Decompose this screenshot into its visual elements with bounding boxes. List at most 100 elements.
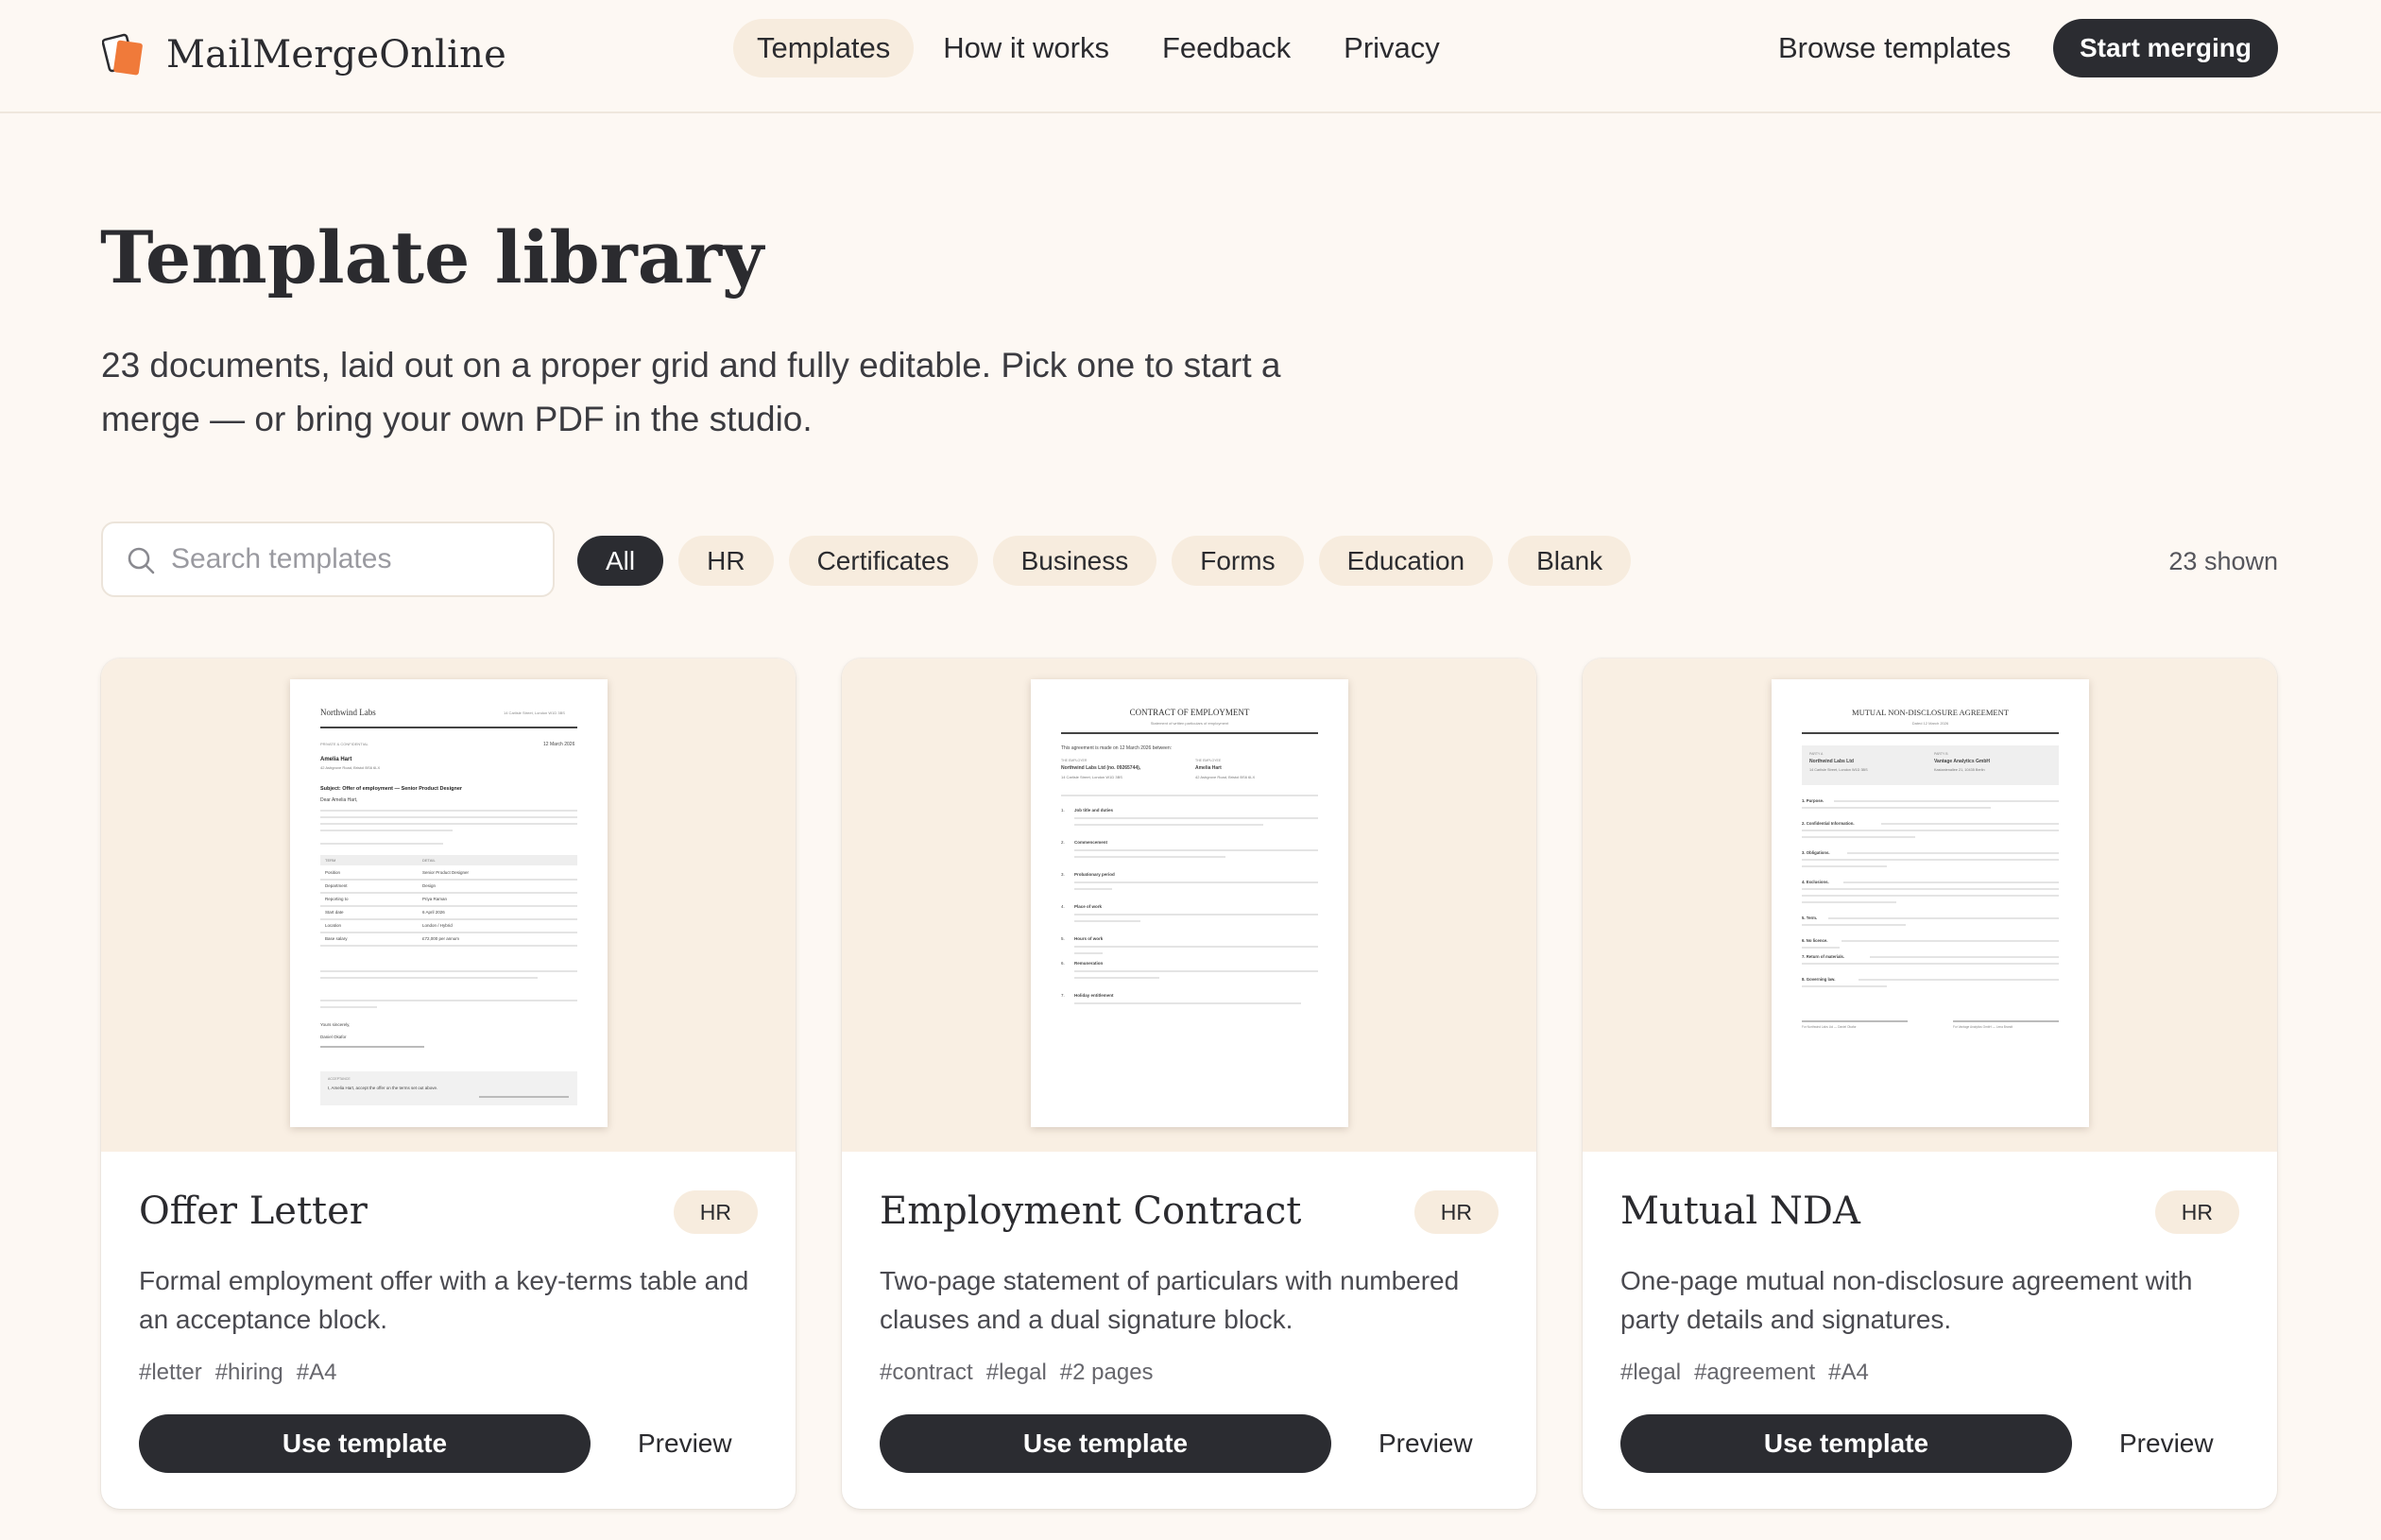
doc-recipient: Amelia Hart xyxy=(320,757,352,762)
doc-clause-number: 5. xyxy=(1061,936,1065,941)
browse-templates-link[interactable]: Browse templates xyxy=(1778,19,2011,77)
doc-text-line xyxy=(1802,807,1991,809)
doc-text-line xyxy=(1802,830,2059,831)
doc-clause-title: 1. Purpose. xyxy=(1802,798,1824,803)
doc-text-line xyxy=(1074,824,1263,826)
doc-clause-title: 2. Confidential Information. xyxy=(1802,821,1855,826)
doc-party-label: THE EMPLOYEE xyxy=(1195,759,1222,762)
doc-table-cell: Location xyxy=(325,923,342,928)
preview-link[interactable]: Preview xyxy=(638,1414,732,1473)
use-template-button[interactable]: Use template xyxy=(1620,1414,2072,1473)
chip-hr[interactable]: HR xyxy=(678,536,774,586)
nav-templates[interactable]: Templates xyxy=(733,19,915,77)
search-icon xyxy=(126,545,158,577)
doc-subject: Subject: Offer of employment — Senior Pr… xyxy=(320,786,463,792)
doc-table-cell: Base salary xyxy=(325,936,348,941)
doc-clause-title: Job title and duties xyxy=(1074,808,1114,813)
doc-text-line xyxy=(1802,901,1896,903)
doc-text-line xyxy=(320,1000,577,1001)
document-thumbnail: Northwind Labs 14 Carlisle Street, Londo… xyxy=(290,679,608,1127)
doc-text-line xyxy=(1802,895,2059,897)
doc-acceptance-label: ACCEPTANCE xyxy=(328,1077,351,1081)
doc-text-line xyxy=(320,843,443,845)
doc-date: 12 March 2026 xyxy=(543,742,575,747)
category-badge: HR xyxy=(673,1190,758,1234)
doc-text-line xyxy=(1074,1002,1301,1004)
doc-text-line xyxy=(1074,914,1318,915)
doc-rule xyxy=(1061,732,1318,734)
document-thumbnail: CONTRACT OF EMPLOYMENT Statement of writ… xyxy=(1031,679,1348,1127)
tag: #legal xyxy=(985,1360,1047,1385)
doc-parties-box xyxy=(1802,745,2059,785)
doc-table-header xyxy=(320,855,577,865)
doc-text-line xyxy=(1847,852,2059,854)
doc-signature-caption: For Northwind Labs Ltd — Daniel Okafor xyxy=(1802,1025,1857,1029)
tag: #A4 xyxy=(296,1360,337,1385)
chip-all[interactable]: All xyxy=(577,536,664,586)
chip-certificates[interactable]: Certificates xyxy=(788,536,978,586)
page-title: Template library xyxy=(100,215,764,299)
doc-clause-title: 7. Return of materials. xyxy=(1802,954,1845,959)
doc-text-line xyxy=(1074,946,1318,948)
card-preview[interactable]: Northwind Labs 14 Carlisle Street, Londo… xyxy=(101,659,796,1152)
doc-text-line xyxy=(1802,888,2059,890)
doc-clause-title: 5. Term. xyxy=(1802,915,1818,920)
doc-text-line xyxy=(1802,924,1906,926)
nav-privacy[interactable]: Privacy xyxy=(1320,19,1464,77)
chip-forms[interactable]: Forms xyxy=(1172,536,1304,586)
doc-clause-number: 3. xyxy=(1061,872,1065,877)
results-count: 23 shown xyxy=(2168,547,2278,575)
card-preview[interactable]: MUTUAL NON-DISCLOSURE AGREEMENT Dated 12… xyxy=(1583,659,2277,1152)
preview-link[interactable]: Preview xyxy=(2119,1414,2214,1473)
template-card-mutual-nda: MUTUAL NON-DISCLOSURE AGREEMENT Dated 12… xyxy=(1583,659,2277,1509)
card-title: Mutual NDA xyxy=(1620,1189,1860,1233)
brand[interactable]: MailMergeOnline xyxy=(102,25,506,85)
doc-text-line xyxy=(1870,956,2059,958)
doc-text-line xyxy=(1802,865,1887,867)
doc-signature-line xyxy=(320,1046,424,1048)
doc-clause-title: 4. Exclusions. xyxy=(1802,880,1829,884)
start-merging-button[interactable]: Start merging xyxy=(2053,19,2278,77)
nav-feedback[interactable]: Feedback xyxy=(1139,19,1314,77)
search-box[interactable] xyxy=(101,522,555,597)
tag: #A4 xyxy=(1828,1360,1869,1385)
doc-party-label: PARTY B xyxy=(1934,752,1948,756)
main-nav: Templates How it works Feedback Privacy xyxy=(733,19,1469,77)
doc-party-name: Northwind Labs Ltd xyxy=(1809,759,1854,764)
category-filter-chips: All HR Certificates Business Forms Educa… xyxy=(577,536,1646,586)
card-preview[interactable]: CONTRACT OF EMPLOYMENT Statement of writ… xyxy=(842,659,1536,1152)
doc-text-line xyxy=(1074,881,1318,883)
chip-business[interactable]: Business xyxy=(992,536,1157,586)
tag: #2 pages xyxy=(1059,1360,1154,1385)
tag: #contract xyxy=(880,1360,973,1385)
doc-text-line xyxy=(1074,856,1225,858)
doc-table-line xyxy=(320,879,577,881)
use-template-button[interactable]: Use template xyxy=(139,1414,591,1473)
doc-text-line xyxy=(1074,920,1140,922)
doc-table-line xyxy=(320,892,577,894)
chip-education[interactable]: Education xyxy=(1318,536,1494,586)
doc-clause-title: Commencement xyxy=(1074,840,1108,845)
card-title: Offer Letter xyxy=(139,1189,368,1233)
chip-blank[interactable]: Blank xyxy=(1508,536,1632,586)
use-template-button[interactable]: Use template xyxy=(880,1414,1331,1473)
doc-party-name: Amelia Hart xyxy=(1195,765,1222,771)
doc-table-line xyxy=(320,918,577,920)
card-description: Formal employment offer with a key-terms… xyxy=(139,1266,749,1334)
doc-clause-title: 8. Governing law. xyxy=(1802,977,1836,982)
doc-subheading: Dated 12 March 2026 xyxy=(1911,721,1949,726)
tag: #agreement xyxy=(1694,1360,1816,1385)
tag: #legal xyxy=(1620,1360,1682,1385)
nav-how-it-works[interactable]: How it works xyxy=(919,19,1133,77)
doc-clause-number: 6. xyxy=(1061,961,1065,966)
preview-link[interactable]: Preview xyxy=(1379,1414,1473,1473)
doc-text-line xyxy=(320,823,577,825)
doc-text-line xyxy=(320,830,453,831)
card-title: Employment Contract xyxy=(880,1189,1302,1233)
doc-clause-title: Remuneration xyxy=(1074,961,1104,966)
template-card-employment-contract: CONTRACT OF EMPLOYMENT Statement of writ… xyxy=(842,659,1536,1509)
search-input[interactable] xyxy=(171,537,540,582)
doc-text-line xyxy=(320,977,538,979)
doc-clause-title: 3. Obligations. xyxy=(1802,850,1830,855)
doc-recipient-address: 42 Ashgrove Road, Bristol BS6 6LX xyxy=(320,765,381,770)
